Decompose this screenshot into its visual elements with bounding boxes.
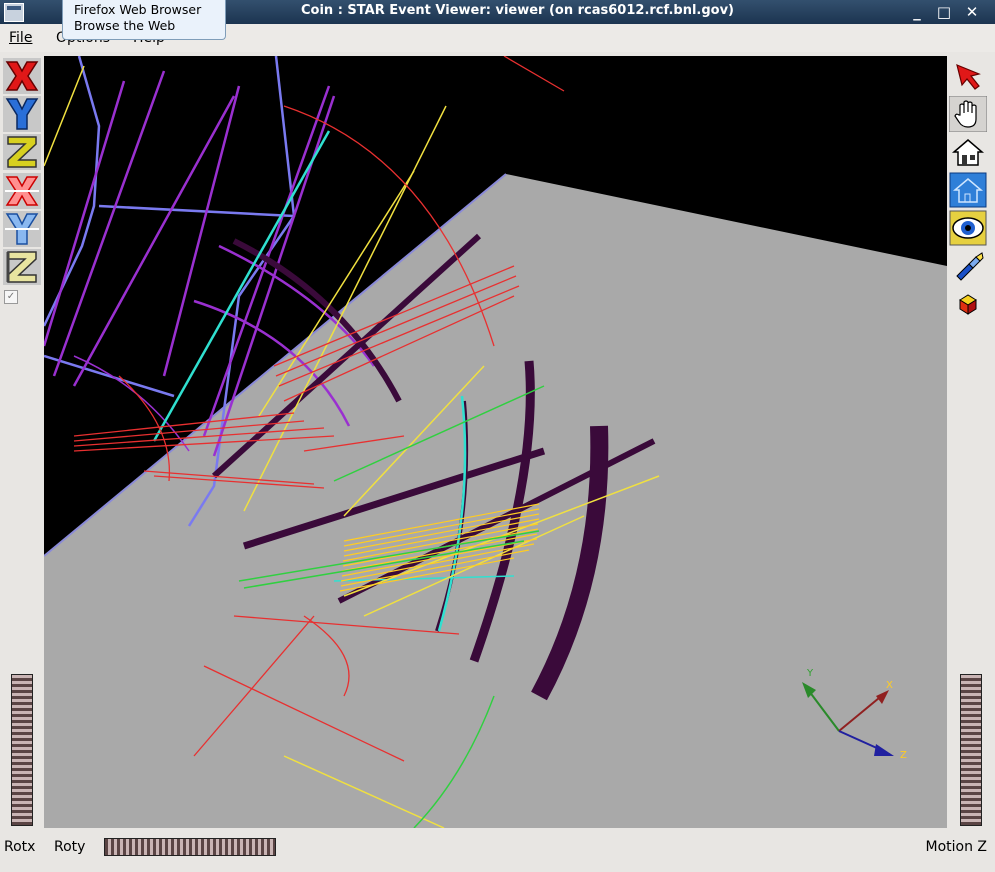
rotx-thumbwheel[interactable] xyxy=(11,674,33,826)
view-all-icon[interactable] xyxy=(949,210,987,246)
set-home-icon[interactable] xyxy=(949,172,987,208)
motion-z-thumbwheel[interactable] xyxy=(960,674,982,826)
x-flip-view-icon[interactable] xyxy=(3,173,41,209)
axis-x-label: X xyxy=(886,680,893,691)
roty-label: Roty xyxy=(54,839,86,855)
z-flip-view-icon[interactable] xyxy=(3,249,41,285)
hand-view-icon[interactable] xyxy=(949,96,987,132)
motion-z-label: Motion Z xyxy=(925,839,987,855)
option-checkbox[interactable]: ✓ xyxy=(4,290,18,304)
event-display-viewport[interactable]: Y X Z xyxy=(44,56,947,828)
event-display-scene: Y X Z xyxy=(44,56,947,828)
z-view-icon[interactable] xyxy=(3,134,41,170)
minimize-button[interactable]: _ xyxy=(906,1,928,23)
roty-thumbwheel[interactable] xyxy=(104,838,276,856)
tooltip-description: Browse the Web xyxy=(74,18,176,33)
close-button[interactable]: ✕ xyxy=(961,1,983,23)
left-toolbar: ✓ xyxy=(0,56,44,828)
pick-arrow-icon[interactable] xyxy=(949,58,987,94)
tooltip-title: Firefox Web Browser xyxy=(74,2,202,17)
launcher-tooltip: Firefox Web Browser Browse the Web xyxy=(62,0,226,40)
home-icon[interactable] xyxy=(949,134,987,170)
rotx-label: Rotx xyxy=(4,839,36,855)
y-view-icon[interactable] xyxy=(3,96,41,132)
x-view-icon[interactable] xyxy=(3,58,41,94)
maximize-button[interactable]: □ xyxy=(933,1,955,23)
axis-y-label: Y xyxy=(806,668,814,679)
bottom-bar: Rotx Roty Motion Z xyxy=(0,828,995,872)
menu-file[interactable]: File xyxy=(9,30,32,46)
y-flip-view-icon[interactable] xyxy=(3,211,41,247)
right-toolbar xyxy=(947,56,995,828)
seek-flashlight-icon[interactable] xyxy=(949,248,987,284)
projection-cube-icon[interactable] xyxy=(949,286,987,322)
axis-z-label: Z xyxy=(900,750,907,761)
